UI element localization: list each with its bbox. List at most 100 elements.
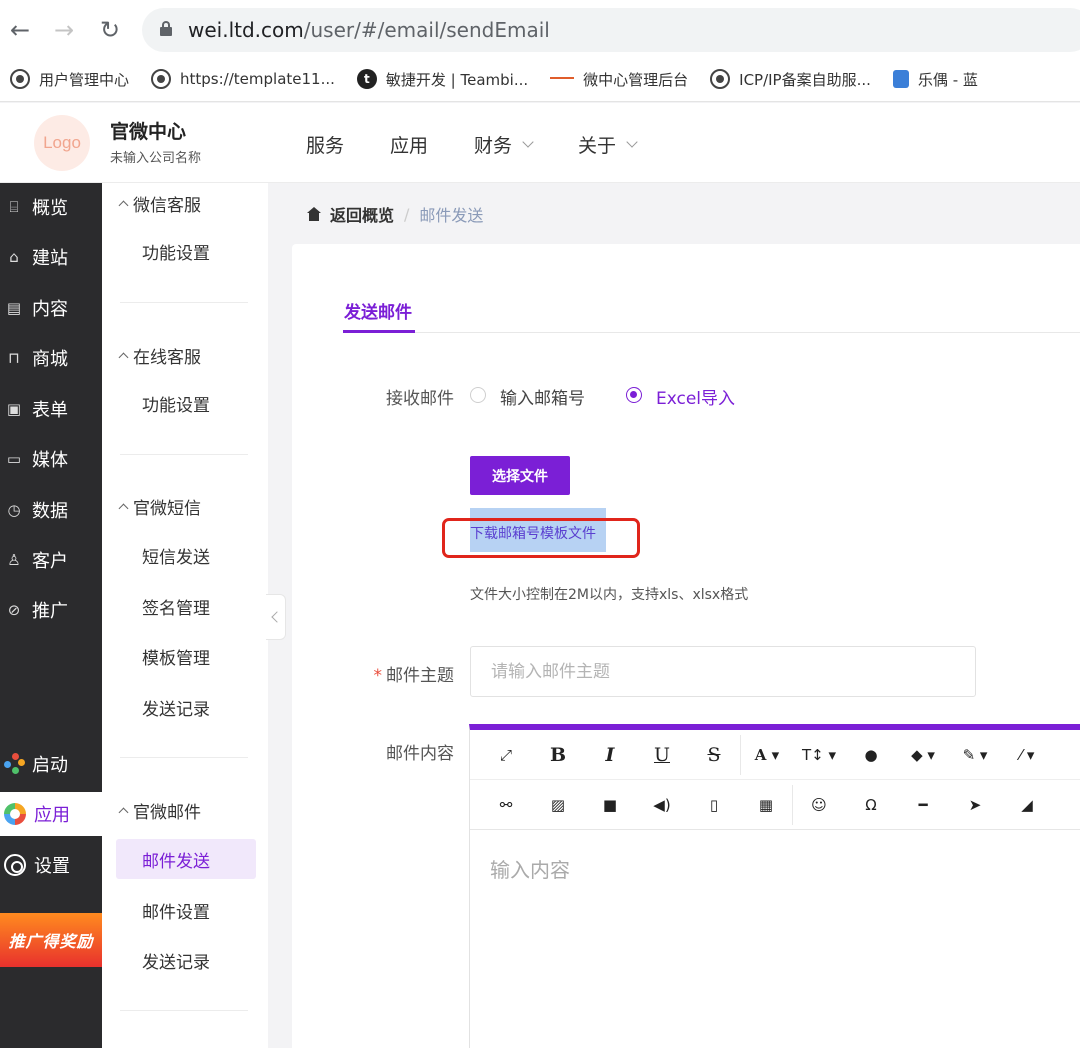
sidebar-item-customers[interactable]: ♙ 客户 — [0, 538, 102, 582]
nav-item-apps[interactable]: 应用 — [390, 131, 428, 158]
bookmark-item[interactable]: ICP/IP备案自助服... — [710, 69, 871, 90]
nav-label: 财务 — [474, 135, 513, 157]
radio-input-email[interactable] — [470, 387, 486, 403]
sidebar-item-shop[interactable]: ⊓ 商城 — [0, 336, 102, 380]
divider — [120, 302, 248, 303]
sidebar-item-settings[interactable]: 设置 — [0, 843, 102, 887]
choose-file-button[interactable]: 选择文件 — [470, 456, 570, 495]
radio-excel-import[interactable] — [626, 387, 642, 403]
app-icon — [4, 803, 26, 825]
submenu-group-email[interactable]: 官微邮件 — [116, 798, 201, 823]
editor-toolbar-row-2: ⚯ ▨ ■ ◀) ▯ ▦ ☺ Ω ━ ➤ ◢ — [470, 780, 1080, 830]
receive-email-label: 接收邮件 — [386, 389, 454, 409]
nav-item-about[interactable]: 关于 — [578, 131, 638, 158]
fullscreen-icon[interactable]: ⤢ — [480, 738, 532, 772]
radio-excel-import-label[interactable]: Excel导入 — [656, 384, 735, 409]
subject-input[interactable] — [470, 646, 976, 697]
tag-icon[interactable]: ◆ ▾ — [897, 738, 949, 772]
breadcrumb: 返回概览 / 邮件发送 — [306, 202, 483, 226]
sidebar-item-media[interactable]: ▭ 媒体 — [0, 437, 102, 481]
ink-drop-icon[interactable]: ● — [845, 738, 897, 772]
file-icon[interactable]: ▯ — [688, 788, 740, 822]
sidebar-item-data[interactable]: ◷ 数据 — [0, 488, 102, 532]
breadcrumb-back-link[interactable]: 返回概览 — [330, 202, 394, 226]
font-size-icon[interactable]: T↕ ▾ — [793, 738, 845, 772]
submenu-group-online-service[interactable]: 在线客服 — [116, 343, 201, 368]
submenu-group-sms[interactable]: 官微短信 — [116, 494, 201, 519]
media-icon: ▭ — [6, 450, 22, 468]
submenu-item-function-settings[interactable]: 功能设置 — [116, 383, 256, 423]
sidebar-item-overview[interactable]: ⌸ 概览 — [0, 185, 102, 229]
strikethrough-icon[interactable]: S — [688, 738, 740, 772]
brush-icon[interactable]: ✎ ▾ — [949, 738, 1001, 772]
bookmark-item[interactable]: 乐偶 - 蓝 — [892, 69, 978, 90]
lock-icon — [160, 21, 172, 36]
subject-label-text: 邮件主题 — [386, 666, 454, 686]
submenu-item-email-send[interactable]: 邮件发送 — [116, 839, 256, 879]
divider — [120, 454, 248, 455]
sidebar-label: 商城 — [32, 349, 68, 370]
globe-icon — [710, 69, 731, 89]
nav-item-finance[interactable]: 财务 — [474, 131, 534, 158]
italic-icon[interactable]: I — [584, 738, 636, 772]
send-email-card: 发送邮件 接收邮件 输入邮箱号 Excel导入 选择文件 下载邮箱号模板文件 文… — [292, 244, 1080, 1048]
bookmark-item[interactable]: t 敏捷开发 | Teambi... — [356, 69, 528, 90]
forward-arrow-icon[interactable]: → — [48, 14, 80, 46]
bookmark-item[interactable]: https://template11... — [151, 69, 335, 89]
sidebar-item-content[interactable]: ▤ 内容 — [0, 286, 102, 330]
submenu-item-email-send-log[interactable]: 发送记录 — [116, 940, 256, 980]
chevron-up-icon — [118, 200, 129, 211]
editor-placeholder[interactable]: 输入内容 — [490, 854, 570, 883]
browser-chrome: ← → ↻ wei.ltd.com/user/#/email/sendEmail… — [0, 0, 1080, 102]
special-char-icon[interactable]: Ω — [845, 788, 897, 822]
annotation-highlight-box — [442, 518, 640, 558]
address-bar[interactable]: wei.ltd.com/user/#/email/sendEmail — [142, 8, 1080, 52]
submenu-item-signature-manage[interactable]: 签名管理 — [116, 586, 256, 626]
submenu-item-template-manage[interactable]: 模板管理 — [116, 636, 256, 676]
underline-icon[interactable]: U — [636, 738, 688, 772]
link-icon[interactable]: ⚯ — [480, 788, 532, 822]
nav-item-services[interactable]: 服务 — [306, 131, 344, 158]
emoji-icon[interactable]: ☺ — [793, 788, 845, 822]
secondary-sidebar: 微信客服 功能设置 在线客服 功能设置 官微短信 短信发送 签名管理 模板管理 … — [102, 183, 268, 1048]
bookmark-item[interactable]: 用户管理中心 — [10, 69, 129, 90]
sidebar-label: 概览 — [32, 198, 68, 219]
sidebar-item-promote[interactable]: ⊘ 推广 — [0, 588, 102, 632]
sidebar-item-apps[interactable]: 应用 — [0, 792, 102, 836]
bold-icon[interactable]: B — [532, 738, 584, 772]
sidebar-item-launch[interactable]: 启动 — [0, 742, 102, 786]
bookmark-label: 微中心管理后台 — [583, 70, 689, 89]
video-icon[interactable]: ■ — [584, 788, 636, 822]
submenu-item-function-settings[interactable]: 功能设置 — [116, 231, 256, 271]
magic-wand-icon[interactable]: ⁄ ▾ — [1001, 738, 1053, 772]
breadcrumb-separator: / — [404, 204, 410, 224]
document-icon: ▤ — [6, 299, 22, 317]
back-arrow-icon[interactable]: ← — [4, 14, 36, 46]
logo[interactable]: Logo — [34, 115, 90, 171]
bookmark-item[interactable]: 微中心管理后台 — [550, 69, 688, 90]
collapse-sidebar-handle[interactable] — [266, 594, 286, 640]
reload-icon[interactable]: ↻ — [94, 14, 126, 46]
submenu-item-email-settings[interactable]: 邮件设置 — [116, 890, 256, 930]
tab-send-email[interactable]: 发送邮件 — [344, 298, 412, 323]
sidebar-item-form[interactable]: ▣ 表单 — [0, 387, 102, 431]
rich-text-editor[interactable]: ⤢ B I U S A ▾ T↕ ▾ ● ◆ ▾ ✎ ▾ ⁄ ▾ ⚯ ▨ ■ ◀… — [469, 724, 1080, 1048]
eraser-icon[interactable]: ◢ — [1001, 788, 1053, 822]
url-text[interactable]: wei.ltd.com/user/#/email/sendEmail — [188, 18, 550, 42]
submenu-group-wechat-service[interactable]: 微信客服 — [116, 191, 201, 216]
audio-icon[interactable]: ◀) — [636, 788, 688, 822]
app-header: Logo 官微中心 未输入公司名称 服务 应用 财务 关于 — [0, 103, 1080, 183]
divider — [120, 1010, 248, 1011]
bookmark-label: ICP/IP备案自助服... — [739, 70, 871, 89]
sidebar-item-site[interactable]: ⌂ 建站 — [0, 235, 102, 279]
select-pointer-icon[interactable]: ➤ — [949, 788, 1001, 822]
sidebar-label: 应用 — [34, 805, 70, 826]
image-icon[interactable]: ▨ — [532, 788, 584, 822]
table-icon[interactable]: ▦ — [740, 788, 792, 822]
promo-banner[interactable]: 推广得奖励 — [0, 913, 102, 967]
submenu-item-sms-send[interactable]: 短信发送 — [116, 535, 256, 575]
radio-input-email-label[interactable]: 输入邮箱号 — [500, 384, 585, 409]
horizontal-rule-icon[interactable]: ━ — [897, 788, 949, 822]
submenu-item-send-log[interactable]: 发送记录 — [116, 687, 256, 727]
font-color-icon[interactable]: A ▾ — [741, 738, 793, 772]
